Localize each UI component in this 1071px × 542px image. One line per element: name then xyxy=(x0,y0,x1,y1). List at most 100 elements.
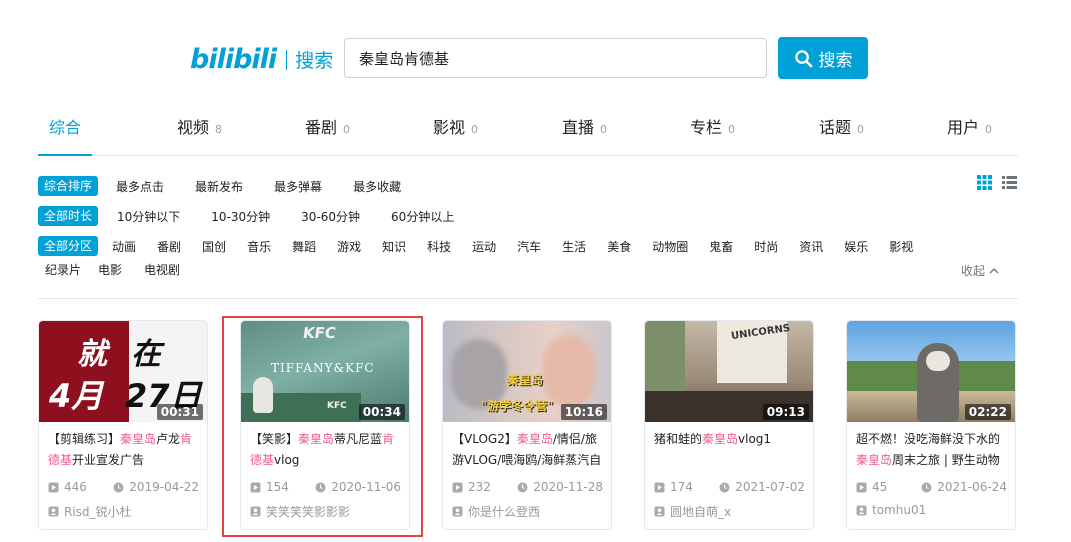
duration-option[interactable]: 10-30分钟 xyxy=(211,208,270,225)
title-text: 【笑影】 xyxy=(250,432,299,446)
video-title[interactable]: 【剪辑练习】秦皇岛卢龙肯德基开业宣发广告 xyxy=(48,429,200,473)
tab-user[interactable]: 用户 0 xyxy=(947,114,992,138)
duration-chip-active[interactable]: 全部时长 xyxy=(38,206,99,226)
zone-option[interactable]: 知识 xyxy=(382,238,406,255)
tab-all[interactable]: 综合 xyxy=(49,114,81,138)
logo-wordmark: bilibili xyxy=(190,44,277,75)
tab-live[interactable]: 直播 0 xyxy=(562,114,607,138)
video-thumbnail[interactable]: UNICORNS 09:13 xyxy=(645,321,813,422)
sort-option[interactable]: 最新发布 xyxy=(195,178,243,195)
tab-label: 专栏 xyxy=(690,118,723,137)
play-count-icon xyxy=(48,482,59,492)
tab-label: 用户 xyxy=(947,118,980,137)
video-title[interactable]: 【笑影】秦皇岛蒂凡尼蓝肯德基vlog xyxy=(250,429,402,473)
zone-option[interactable]: 娱乐 xyxy=(844,238,868,255)
tab-label: 话题 xyxy=(819,118,852,137)
video-card[interactable]: 02:22 超不燃！没吃海鲜没下水的秦皇岛周末之旅 | 野生动物 45 2021… xyxy=(846,320,1016,530)
search-icon xyxy=(794,49,812,67)
zone-option[interactable]: 舞蹈 xyxy=(292,238,316,255)
view-toggle xyxy=(976,174,1018,191)
tab-bangumi[interactable]: 番剧 0 xyxy=(305,114,350,138)
video-thumbnail[interactable]: KFC TIFFANY&KFC KFC 00:34 xyxy=(241,321,409,422)
sort-chip-active[interactable]: 综合排序 xyxy=(38,176,99,196)
zone-option[interactable]: 科技 xyxy=(427,238,451,255)
upload-date: 2021-07-02 xyxy=(735,480,805,494)
video-meta: 232 2020-11-28 xyxy=(452,480,603,494)
user-icon xyxy=(654,506,665,517)
play-count: 45 xyxy=(872,480,888,494)
tab-video[interactable]: 视频 8 xyxy=(177,114,222,138)
upload-date: 2019-04-22 xyxy=(129,480,199,494)
sort-option[interactable]: 最多收藏 xyxy=(353,178,401,195)
tab-article[interactable]: 专栏 0 xyxy=(690,114,735,138)
thumb-caption: TIFFANY&KFC xyxy=(271,361,375,375)
uploader[interactable]: 圆地自萌_x xyxy=(654,503,731,520)
tab-film[interactable]: 影视 0 xyxy=(433,114,478,138)
clock-icon xyxy=(517,482,528,492)
uploader-name: Risd_锐小杜 xyxy=(64,505,132,519)
search-input[interactable] xyxy=(345,39,766,77)
clock-icon xyxy=(921,482,932,492)
upload-date: 2020-11-28 xyxy=(533,480,603,494)
tab-label: 视频 xyxy=(177,118,210,137)
zone-chip-active[interactable]: 全部分区 xyxy=(38,236,99,256)
zone-option[interactable]: 运动 xyxy=(472,238,496,255)
zone-option[interactable]: 动物圈 xyxy=(652,238,688,255)
duration-option[interactable]: 30-60分钟 xyxy=(301,208,360,225)
user-icon xyxy=(250,506,261,517)
title-text: 【VLOG2】 xyxy=(452,432,517,446)
zone-option[interactable]: 汽车 xyxy=(517,238,541,255)
duration-option[interactable]: 10分钟以下 xyxy=(117,208,180,225)
thumb-caption: 就 xyxy=(77,337,107,372)
zone-option[interactable]: 游戏 xyxy=(337,238,361,255)
zone-option[interactable]: 鬼畜 xyxy=(709,238,733,255)
zone-option[interactable]: 时尚 xyxy=(754,238,778,255)
zone-option[interactable]: 影视 xyxy=(889,238,913,255)
clock-icon xyxy=(719,482,730,492)
grid-view-icon[interactable] xyxy=(976,174,993,191)
sort-option[interactable]: 最多点击 xyxy=(116,178,164,195)
user-icon xyxy=(48,506,59,517)
zone-option[interactable]: 国创 xyxy=(202,238,226,255)
zone-option[interactable]: 美食 xyxy=(607,238,631,255)
zone-option[interactable]: 电影 xyxy=(98,261,122,278)
collapse-filters-button[interactable]: 收起 xyxy=(961,262,999,279)
bilibili-logo[interactable]: bilibili 搜索 xyxy=(190,44,333,75)
video-title[interactable]: 【VLOG2】秦皇岛/情侣/旅游VLOG/喂海鸥/海鲜蒸汽自 xyxy=(452,429,604,473)
zone-option[interactable]: 电视剧 xyxy=(144,261,180,278)
uploader[interactable]: tomhu01 xyxy=(856,503,926,517)
title-text: 【剪辑练习】 xyxy=(48,432,121,446)
video-title[interactable]: 猪和蛙的秦皇岛vlog1 xyxy=(654,429,806,473)
play-count-icon xyxy=(856,482,867,492)
zone-filter-row-2: 纪录片 电影 电视剧 xyxy=(38,261,180,278)
video-card[interactable]: 就 在 4月 27日 00:31 【剪辑练习】秦皇岛卢龙肯德基开业宣发广告 44… xyxy=(38,320,208,530)
video-card[interactable]: UNICORNS 09:13 猪和蛙的秦皇岛vlog1 174 2021-07-… xyxy=(644,320,814,530)
uploader[interactable]: 笑笑笑笑影影影 xyxy=(250,503,350,520)
uploader-name: 圆地自萌_x xyxy=(670,505,732,519)
list-view-icon[interactable] xyxy=(1001,174,1018,191)
video-thumbnail[interactable]: 02:22 xyxy=(847,321,1015,422)
zone-option[interactable]: 生活 xyxy=(562,238,586,255)
zone-option[interactable]: 纪录片 xyxy=(45,261,81,278)
uploader-name: 你是什么登西 xyxy=(468,505,541,519)
video-card[interactable]: KFC TIFFANY&KFC KFC 00:34 【笑影】秦皇岛蒂凡尼蓝肯德基… xyxy=(240,320,410,530)
thumb-caption: "游学冬令营" xyxy=(481,399,554,413)
logo-section-label: 搜索 xyxy=(295,50,334,72)
duration-option[interactable]: 60分钟以上 xyxy=(391,208,454,225)
video-thumbnail[interactable]: 就 在 4月 27日 00:31 xyxy=(39,321,207,422)
video-thumbnail[interactable]: 秦皇岛 "游学冬令营" 10:16 xyxy=(443,321,611,422)
video-card[interactable]: 秦皇岛 "游学冬令营" 10:16 【VLOG2】秦皇岛/情侣/旅游VLOG/喂… xyxy=(442,320,612,530)
zone-option[interactable]: 番剧 xyxy=(157,238,181,255)
sort-option[interactable]: 最多弹幕 xyxy=(274,178,322,195)
clock-icon xyxy=(315,482,326,492)
zone-option[interactable]: 资讯 xyxy=(799,238,823,255)
uploader[interactable]: 你是什么登西 xyxy=(452,503,540,520)
tab-topic[interactable]: 话题 0 xyxy=(819,114,864,138)
uploader[interactable]: Risd_锐小杜 xyxy=(48,503,132,520)
zone-option[interactable]: 动画 xyxy=(112,238,136,255)
video-title[interactable]: 超不燃！没吃海鲜没下水的秦皇岛周末之旅 | 野生动物 xyxy=(856,429,1008,473)
upload-date: 2021-06-24 xyxy=(937,480,1007,494)
search-button[interactable]: 搜索 xyxy=(778,37,868,79)
zone-option[interactable]: 音乐 xyxy=(247,238,271,255)
collapse-label: 收起 xyxy=(961,264,986,278)
